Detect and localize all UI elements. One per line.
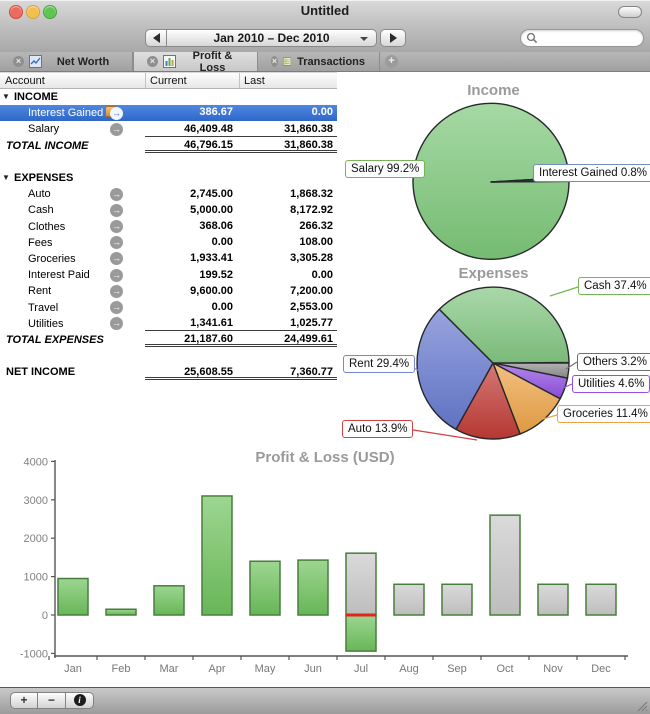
bar-chart-title: Profit & Loss (USD) xyxy=(0,449,650,466)
pie-callout-auto: Auto 13.9% xyxy=(342,420,413,438)
left-arrow-icon xyxy=(153,33,160,43)
bar-aug-projected[interactable] xyxy=(394,584,424,615)
bar-nov-projected[interactable] xyxy=(538,584,568,615)
bar-dec-projected[interactable] xyxy=(586,584,616,615)
close-tab-icon[interactable]: × xyxy=(147,56,158,67)
segmented-control: + − i xyxy=(10,692,94,709)
pie-callout-rent: Rent 29.4% xyxy=(343,355,415,373)
x-axis-month-label: Jul xyxy=(354,663,368,675)
remove-button[interactable]: − xyxy=(38,692,66,709)
info-icon: i xyxy=(74,694,86,706)
pie-callout-utilities: Utilities 4.6% xyxy=(572,375,650,393)
content-area: Account Current Last ▼INCOMEInterest Gai… xyxy=(0,72,650,687)
bar-jun-actual[interactable] xyxy=(298,560,328,615)
x-axis-month-label: Apr xyxy=(208,663,225,675)
pie-callout-groceries: Groceries 11.4% xyxy=(557,405,650,423)
chevron-down-icon xyxy=(360,37,368,41)
info-button[interactable]: i xyxy=(66,692,94,709)
x-axis-month-label: Mar xyxy=(160,663,179,675)
prev-period-button[interactable] xyxy=(145,29,167,47)
pie-callout-others: Others 3.2% xyxy=(577,353,650,371)
next-period-button[interactable] xyxy=(380,29,406,47)
tab-bar: × Net Worth × Profit & Loss × xyxy=(0,52,650,72)
x-axis-month-label: Dec xyxy=(591,663,611,675)
tab-label: Net Worth xyxy=(48,56,132,68)
close-tab-icon[interactable]: × xyxy=(271,56,278,67)
x-axis-month-label: Feb xyxy=(112,663,131,675)
bar-chart-icon xyxy=(163,55,176,68)
window-chrome: Untitled Jan 2010 – Dec 2010 xyxy=(0,0,650,53)
add-button[interactable]: + xyxy=(10,692,38,709)
x-axis-month-label: Nov xyxy=(543,663,563,675)
tab-net-worth[interactable]: × Net Worth xyxy=(0,52,133,71)
y-axis-tick-label: 2000 xyxy=(24,533,48,545)
y-axis-tick-label: 1000 xyxy=(24,572,48,584)
bar-jan-actual[interactable] xyxy=(58,579,88,615)
y-axis-tick-label: -1000 xyxy=(20,648,48,660)
bar-sep-projected[interactable] xyxy=(442,584,472,615)
tab-label: Profit & Loss xyxy=(182,50,257,74)
bar-jul-actual[interactable] xyxy=(346,615,376,651)
x-axis-month-label: Sep xyxy=(447,663,467,675)
bar-feb-actual[interactable] xyxy=(106,609,136,615)
x-axis-month-label: Aug xyxy=(399,663,419,675)
date-range-label: Jan 2010 – Dec 2010 xyxy=(213,31,329,45)
bottom-bar: + − i xyxy=(0,687,650,714)
pie-callout-cash: Cash 37.4% xyxy=(578,277,650,295)
bar-may-actual[interactable] xyxy=(250,561,280,615)
bar-oct-projected[interactable] xyxy=(490,515,520,615)
tab-label: Transactions xyxy=(297,56,379,68)
resize-grip[interactable] xyxy=(634,698,648,712)
bar-jul-projected[interactable] xyxy=(346,553,376,615)
search-input[interactable] xyxy=(520,29,644,47)
search-icon xyxy=(526,32,538,44)
right-arrow-icon xyxy=(390,33,397,43)
y-axis-tick-label: 3000 xyxy=(24,495,48,507)
date-range-control: Jan 2010 – Dec 2010 xyxy=(145,29,406,47)
close-tab-icon[interactable]: × xyxy=(13,56,24,67)
x-axis-month-label: Jan xyxy=(64,663,82,675)
title-bar: Untitled xyxy=(0,0,650,22)
date-range-dropdown[interactable]: Jan 2010 – Dec 2010 xyxy=(167,29,377,47)
add-tab-button[interactable]: + xyxy=(385,55,398,68)
tab-transactions[interactable]: × Transactions xyxy=(258,52,380,71)
pie-callout-salary: Salary 99.2% xyxy=(345,160,425,178)
line-chart-icon xyxy=(29,55,42,68)
window-title: Untitled xyxy=(0,3,650,18)
app-window: Untitled Jan 2010 – Dec 2010 × xyxy=(0,0,650,714)
bar-mar-actual[interactable] xyxy=(154,586,184,615)
x-axis-month-label: May xyxy=(255,663,276,675)
income-chart-title: Income xyxy=(337,82,650,99)
zero-marker-line xyxy=(346,614,376,617)
toolbar: Jan 2010 – Dec 2010 xyxy=(0,22,650,52)
bar-apr-actual[interactable] xyxy=(202,496,232,615)
y-axis-tick-label: 0 xyxy=(42,610,48,622)
pie-callout-interest-gained: Interest Gained 0.8% xyxy=(533,164,650,182)
x-axis-month-label: Oct xyxy=(496,663,513,675)
ledger-icon xyxy=(283,55,291,68)
tab-profit-loss[interactable]: × Profit & Loss xyxy=(133,52,258,71)
x-axis-month-label: Jun xyxy=(304,663,322,675)
toolbar-toggle-button[interactable] xyxy=(618,6,642,18)
